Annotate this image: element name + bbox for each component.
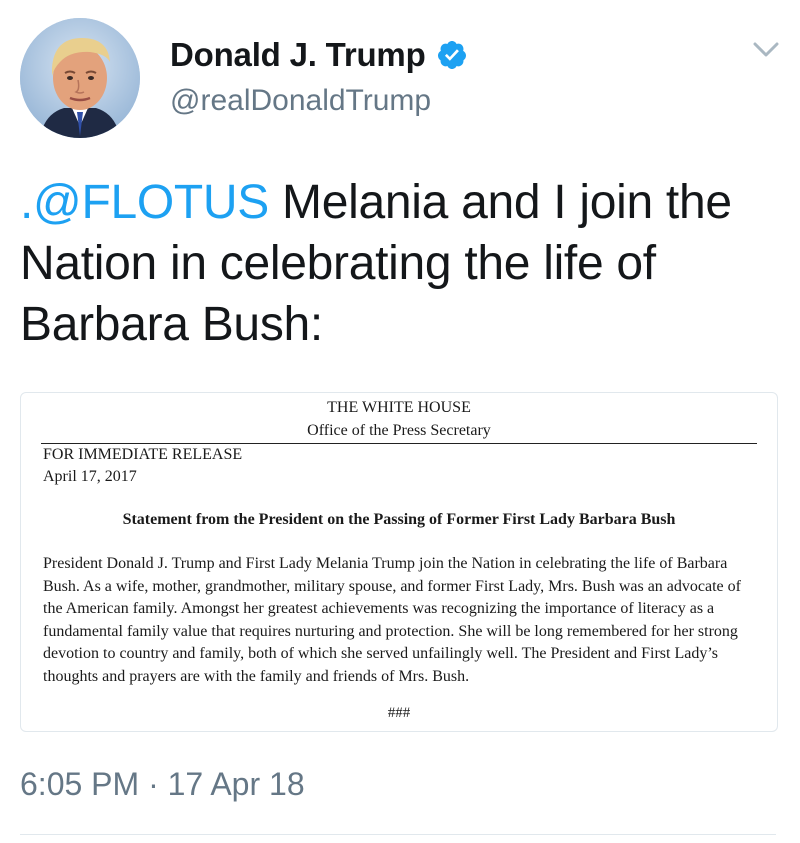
release-date: April 17, 2017 bbox=[43, 468, 137, 485]
statement-body: President Donald J. Trump and First Lady… bbox=[43, 555, 741, 685]
timestamp-separator: · bbox=[139, 766, 168, 802]
tweet-timestamp: 6:05 PM · 17 Apr 18 bbox=[20, 766, 305, 803]
display-name[interactable]: Donald J. Trump bbox=[170, 36, 426, 74]
author-handle[interactable]: @realDonaldTrump bbox=[170, 84, 431, 118]
tweet-text: .@FLOTUS Melania and I join the Nation i… bbox=[20, 172, 780, 355]
document-header-subtitle: Office of the Press Secretary bbox=[307, 422, 491, 439]
mention-link[interactable]: .@FLOTUS bbox=[20, 176, 269, 229]
document-divider bbox=[41, 443, 757, 444]
profile-photo-image bbox=[20, 18, 140, 138]
statement-title: Statement from the President on the Pass… bbox=[122, 511, 676, 528]
release-label: FOR IMMEDIATE RELEASE bbox=[43, 446, 243, 463]
timestamp-date-link[interactable]: 17 Apr 18 bbox=[168, 766, 305, 802]
verified-badge-icon bbox=[436, 39, 468, 71]
chevron-down-icon[interactable] bbox=[752, 40, 780, 60]
timestamp-time-link[interactable]: 6:05 PM bbox=[20, 766, 139, 802]
divider bbox=[20, 834, 776, 835]
end-mark: ### bbox=[387, 705, 411, 721]
author-name-row[interactable]: Donald J. Trump bbox=[170, 36, 468, 74]
press-release-document: THE WHITE HOUSE Office of the Press Secr… bbox=[21, 393, 777, 731]
document-header-title: THE WHITE HOUSE bbox=[327, 399, 471, 416]
avatar[interactable] bbox=[20, 18, 140, 138]
attached-image[interactable]: THE WHITE HOUSE Office of the Press Secr… bbox=[20, 392, 778, 732]
